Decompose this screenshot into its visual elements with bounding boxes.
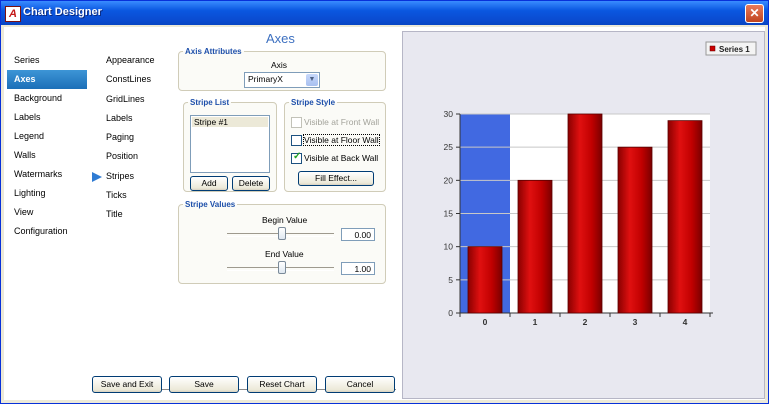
- nav-item-view[interactable]: View: [7, 203, 87, 222]
- chart-designer-window: A Chart Designer ✕ Series Axes Backgroun…: [0, 0, 769, 404]
- subnav-item-labels[interactable]: Labels: [90, 109, 180, 128]
- begin-value-slider[interactable]: [277, 227, 286, 240]
- app-logo-icon: A: [5, 6, 21, 22]
- begin-value-label: Begin Value: [262, 215, 308, 225]
- checkmark-icon: ✓: [293, 151, 302, 162]
- nav-item-configuration[interactable]: Configuration: [7, 222, 87, 241]
- stripe-list-group: Stripe List Stripe #1 Add Delete: [183, 98, 277, 192]
- bar: [667, 120, 703, 314]
- end-value-input[interactable]: 1.00: [341, 262, 375, 275]
- stripe-listbox[interactable]: Stripe #1: [190, 115, 270, 173]
- bar: [517, 179, 553, 314]
- subnav-item-title[interactable]: Title: [90, 205, 180, 224]
- nav-item-lighting[interactable]: Lighting: [7, 184, 87, 203]
- y-tick-label: 30: [444, 109, 454, 119]
- bar: [467, 246, 503, 314]
- save-button[interactable]: Save: [169, 376, 239, 393]
- subnav-item-gridlines[interactable]: GridLines: [90, 90, 180, 109]
- axis-attributes-group: Axis Attributes Axis PrimaryX ▼: [178, 47, 386, 91]
- legend-swatch: [709, 45, 716, 52]
- back-wall-checkbox[interactable]: ✓: [291, 151, 302, 164]
- stripe-list-legend: Stripe List: [190, 98, 230, 107]
- title-bar[interactable]: A Chart Designer ✕: [1, 1, 768, 25]
- stripe-style-group: Stripe Style Visible at Front Wall Visib…: [284, 98, 386, 192]
- axis-label: Axis: [271, 60, 288, 70]
- subnav-item-appearance[interactable]: Appearance: [90, 51, 180, 70]
- nav-item-legend[interactable]: Legend: [7, 127, 87, 146]
- bar: [567, 113, 603, 314]
- y-tick-label: 20: [444, 175, 454, 185]
- cancel-button[interactable]: Cancel: [325, 376, 395, 393]
- axis-select-value: PrimaryX: [248, 74, 283, 84]
- close-button[interactable]: ✕: [745, 4, 764, 23]
- nav-item-background[interactable]: Background: [7, 89, 87, 108]
- begin-value-input[interactable]: 0.00: [341, 228, 375, 241]
- fill-effect-button[interactable]: Fill Effect...: [298, 171, 374, 186]
- delete-stripe-button[interactable]: Delete: [232, 176, 270, 191]
- add-stripe-button[interactable]: Add: [190, 176, 228, 191]
- subnav-item-stripes-label: Stripes: [106, 170, 135, 181]
- front-wall-checkbox[interactable]: [291, 117, 302, 128]
- x-tick-label: 2: [583, 317, 588, 327]
- x-tick-label: 4: [683, 317, 688, 327]
- nav-item-labels[interactable]: Labels: [7, 108, 87, 127]
- axis-attributes-legend: Axis Attributes: [185, 47, 242, 56]
- reset-chart-button[interactable]: Reset Chart: [247, 376, 317, 393]
- floor-wall-label: Visible at Floor Wall: [303, 134, 380, 146]
- y-tick-label: 10: [444, 242, 454, 252]
- x-tick-label: 3: [633, 317, 638, 327]
- x-tick-label: 0: [483, 317, 488, 327]
- bar-chart: 0 5 10 15 20 25 30 0 1 2 3 4 Series 1: [444, 41, 757, 327]
- axis-select[interactable]: PrimaryX ▼: [244, 72, 320, 88]
- stripe-values-legend: Stripe Values: [185, 200, 236, 209]
- nav-item-walls[interactable]: Walls: [7, 146, 87, 165]
- stripe-style-legend: Stripe Style: [291, 98, 336, 107]
- stripe-values-group: Stripe Values Begin Value 0.00 End Value…: [178, 200, 386, 284]
- page-title: Axes: [266, 31, 295, 46]
- nav-item-series[interactable]: Series: [7, 51, 87, 70]
- x-tick-label: 1: [533, 317, 538, 327]
- nav-item-axes[interactable]: Axes: [7, 70, 87, 89]
- y-tick-label: 15: [444, 209, 454, 219]
- bar: [617, 146, 653, 314]
- legend-label: Series 1: [719, 45, 750, 54]
- y-tick-label: 5: [448, 275, 453, 285]
- end-value-label: End Value: [265, 249, 304, 259]
- primary-nav: Series Axes Background Labels Legend Wal…: [7, 51, 87, 241]
- close-icon: ✕: [749, 6, 760, 20]
- y-tick-label: 0: [448, 308, 453, 318]
- end-value-slider[interactable]: [277, 261, 286, 274]
- subnav-item-stripes[interactable]: Stripes: [90, 167, 180, 186]
- subnav-item-constlines[interactable]: ConstLines: [90, 70, 180, 89]
- list-item[interactable]: Stripe #1: [192, 117, 268, 127]
- subnav-item-position[interactable]: Position: [90, 147, 180, 166]
- save-and-exit-button[interactable]: Save and Exit: [92, 376, 162, 393]
- chevron-down-icon[interactable]: ▼: [306, 74, 318, 86]
- chart-preview: 0 5 10 15 20 25 30 0 1 2 3 4 Series 1: [402, 31, 765, 399]
- y-tick-label: 25: [444, 142, 454, 152]
- nav-item-watermarks[interactable]: Watermarks: [7, 165, 87, 184]
- front-wall-label: Visible at Front Wall: [304, 117, 380, 127]
- window-title: Chart Designer: [23, 6, 102, 18]
- floor-wall-checkbox[interactable]: [291, 135, 302, 146]
- back-wall-label: Visible at Back Wall: [304, 153, 379, 163]
- secondary-nav: Appearance ConstLines GridLines Labels P…: [90, 51, 180, 225]
- selected-arrow-icon: [92, 171, 102, 182]
- subnav-item-ticks[interactable]: Ticks: [90, 186, 180, 205]
- subnav-item-paging[interactable]: Paging: [90, 128, 180, 147]
